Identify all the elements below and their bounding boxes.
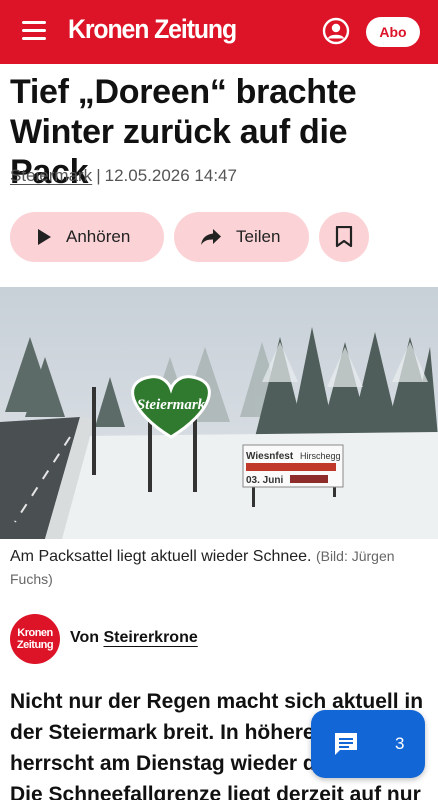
lead-line: Die Schneefallgrenze liegt derzeit auf n… xyxy=(10,783,421,800)
author-logo[interactable]: Kronen Zeitung xyxy=(10,614,60,664)
share-label: Teilen xyxy=(236,227,281,246)
author-logo-line1: Kronen xyxy=(17,627,53,639)
heart-sign-text: Steiermark xyxy=(137,397,206,413)
play-icon xyxy=(38,229,51,245)
bookmark-button[interactable] xyxy=(319,212,369,262)
author-link[interactable]: Steirerkrone xyxy=(103,629,197,646)
image-caption: Am Packsattel liegt aktuell wieder Schne… xyxy=(10,545,430,591)
abo-button[interactable]: Abo xyxy=(366,17,420,47)
snow-landscape-image: Steiermark Wiesnfest Hirschegg 03. Juni xyxy=(0,287,438,539)
byline-prefix: Von xyxy=(70,629,100,646)
comment-icon xyxy=(335,733,357,755)
board-date-text: 03. Juni xyxy=(246,475,283,486)
board-place-text: Hirschegg xyxy=(300,451,341,461)
category-link[interactable]: Steiermark xyxy=(10,166,92,185)
caption-text: Am Packsattel liegt aktuell wieder Schne… xyxy=(10,548,312,565)
listen-button[interactable]: Anhören xyxy=(10,212,164,262)
share-button[interactable]: Teilen xyxy=(174,212,309,262)
account-icon[interactable] xyxy=(322,17,350,45)
article-image[interactable]: Steiermark Wiesnfest Hirschegg 03. Juni xyxy=(0,287,438,539)
author-byline: Von Steirerkrone xyxy=(70,629,198,647)
share-icon xyxy=(201,229,221,245)
site-logo[interactable]: Kronen Zeitung xyxy=(68,14,237,45)
comments-button[interactable]: 3 xyxy=(311,710,425,778)
meta-separator: | xyxy=(96,166,101,185)
author-logo-line2: Zeitung xyxy=(16,639,54,651)
menu-icon[interactable] xyxy=(22,21,48,43)
article-datetime: 12.05.2026 14:47 xyxy=(104,166,237,185)
listen-label: Anhören xyxy=(66,227,131,246)
board-title-text: Wiesnfest xyxy=(246,451,294,462)
bookmark-icon xyxy=(335,226,353,248)
top-bar: Kronen Zeitung Abo xyxy=(0,0,438,64)
comment-count: 3 xyxy=(395,734,405,753)
article-meta: Steiermark | 12.05.2026 14:47 xyxy=(10,166,237,186)
